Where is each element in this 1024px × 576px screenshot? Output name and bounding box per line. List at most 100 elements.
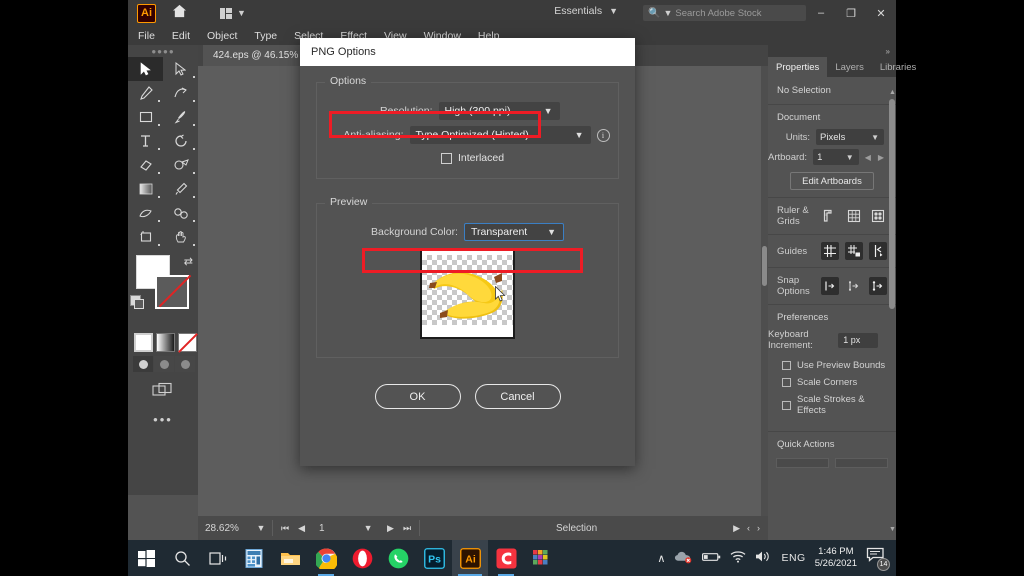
- scroll-up-icon[interactable]: ▲: [889, 89, 896, 96]
- type-tool[interactable]: [128, 129, 163, 153]
- info-icon[interactable]: i: [596, 128, 610, 142]
- shape-builder-tool[interactable]: [163, 153, 198, 177]
- wifi-icon[interactable]: [730, 550, 746, 566]
- swap-fill-stroke-icon[interactable]: ⇄: [184, 255, 193, 268]
- scroll-down-icon[interactable]: ▼: [889, 526, 896, 533]
- background-color-select[interactable]: Transparent ▼: [463, 223, 564, 241]
- snap-to-point-icon[interactable]: [869, 277, 887, 295]
- eyedropper-tool[interactable]: [163, 177, 198, 201]
- file-explorer-icon[interactable]: [272, 540, 308, 576]
- close-button[interactable]: ✕: [866, 0, 896, 26]
- default-fill-stroke-icon[interactable]: [130, 295, 144, 309]
- artboard-dropdown-icon[interactable]: ▼: [357, 523, 379, 533]
- whatsapp-icon[interactable]: [380, 540, 416, 576]
- first-artboard-icon[interactable]: ⏮: [281, 523, 289, 534]
- keyboard-increment-input[interactable]: 1 px: [838, 332, 878, 348]
- draw-behind-icon[interactable]: [154, 356, 174, 372]
- curvature-tool[interactable]: [163, 81, 198, 105]
- status-next-icon[interactable]: ›: [757, 523, 760, 534]
- opera-icon[interactable]: [344, 540, 380, 576]
- color-swatch-button[interactable]: [134, 333, 153, 352]
- search-icon[interactable]: [164, 540, 200, 576]
- illustrator-icon[interactable]: Ai: [452, 540, 488, 576]
- artboard-select[interactable]: 1 ▼: [813, 149, 859, 165]
- stroke-color-swatch[interactable]: [155, 275, 189, 309]
- lock-guides-icon[interactable]: [845, 242, 863, 260]
- next-artboard-icon[interactable]: ▶: [878, 153, 884, 162]
- menu-item-type[interactable]: Type: [254, 30, 277, 42]
- zoom-dropdown-icon[interactable]: ▼: [250, 523, 272, 533]
- winrar-icon[interactable]: [524, 540, 560, 576]
- arrange-documents-icon[interactable]: ▼: [220, 7, 246, 19]
- paintbrush-tool[interactable]: [163, 105, 198, 129]
- symbol-sprayer-tool[interactable]: [128, 201, 163, 225]
- quick-action-button[interactable]: [776, 458, 829, 468]
- artboard-number[interactable]: 1: [313, 523, 357, 534]
- previous-artboard-icon[interactable]: ◀: [298, 523, 305, 534]
- tab-layers[interactable]: Layers: [827, 57, 872, 77]
- units-select[interactable]: Pixels ▼: [816, 129, 884, 145]
- interlaced-checkbox[interactable]: Interlaced: [317, 152, 618, 164]
- rectangle-tool[interactable]: [128, 105, 163, 129]
- canvas-vertical-scrollbar[interactable]: [761, 66, 768, 516]
- properties-panel-scrollbar[interactable]: ▲ ▼: [889, 89, 896, 533]
- rotate-tool[interactable]: [163, 129, 198, 153]
- selection-tool[interactable]: [128, 57, 163, 81]
- change-screen-mode-icon[interactable]: [128, 382, 198, 398]
- collapse-panel-icon[interactable]: »: [768, 45, 896, 57]
- clock[interactable]: 1:46 PM 5/26/2021: [815, 546, 857, 570]
- menu-item-object[interactable]: Object: [207, 30, 237, 42]
- minimize-button[interactable]: –: [806, 0, 836, 26]
- direct-selection-tool[interactable]: [163, 57, 198, 81]
- status-play-icon[interactable]: ▶: [733, 523, 740, 534]
- scale-strokes-effects-checkbox[interactable]: Scale Strokes & Effects: [768, 391, 896, 419]
- zoom-level[interactable]: 28.62%: [198, 523, 250, 534]
- scale-corners-checkbox[interactable]: Scale Corners: [768, 374, 896, 391]
- edit-artboards-button[interactable]: Edit Artboards: [790, 172, 874, 190]
- document-tab[interactable]: 424.eps @ 46.15%: [203, 45, 309, 66]
- antialiasing-select[interactable]: Type Optimized (Hinted) ▼: [409, 126, 591, 144]
- show-guides-icon[interactable]: [821, 242, 839, 260]
- pen-tool[interactable]: [128, 81, 163, 105]
- tools-panel-grip[interactable]: ●●●●: [128, 45, 198, 57]
- show-transparency-grid-icon[interactable]: [869, 207, 887, 225]
- language-indicator[interactable]: ENG: [781, 552, 805, 564]
- home-icon[interactable]: [172, 4, 187, 23]
- task-view-icon[interactable]: [200, 540, 236, 576]
- tab-properties[interactable]: Properties: [768, 57, 828, 77]
- restore-button[interactable]: ❐: [836, 0, 866, 26]
- photoshop-icon[interactable]: Ps: [416, 540, 452, 576]
- search-input[interactable]: 🔍 ▼ Search Adobe Stock: [643, 5, 806, 21]
- snap-to-grid-icon[interactable]: [845, 277, 863, 295]
- menu-item-file[interactable]: File: [138, 30, 155, 42]
- resolution-select[interactable]: High (300 ppi) ▼: [438, 102, 560, 120]
- quick-action-button[interactable]: [835, 458, 888, 468]
- menu-item-edit[interactable]: Edit: [172, 30, 190, 42]
- status-prev-icon[interactable]: ‹: [747, 523, 750, 534]
- draw-inside-icon[interactable]: [175, 356, 195, 372]
- camtasia-icon[interactable]: [488, 540, 524, 576]
- show-grid-icon[interactable]: [845, 207, 863, 225]
- cancel-button[interactable]: Cancel: [474, 384, 561, 409]
- use-preview-bounds-checkbox[interactable]: Use Preview Bounds: [768, 357, 896, 374]
- volume-icon[interactable]: [755, 550, 772, 566]
- start-button[interactable]: [128, 540, 164, 576]
- workspace-switcher[interactable]: Essentials ▼: [554, 5, 618, 17]
- chrome-icon[interactable]: [308, 540, 344, 576]
- draw-normal-icon[interactable]: [133, 356, 153, 372]
- edit-toolbar-icon[interactable]: •••: [128, 412, 198, 427]
- battery-icon[interactable]: [702, 551, 721, 566]
- last-artboard-icon[interactable]: ⏭: [403, 523, 411, 534]
- gradient-tool[interactable]: [128, 177, 163, 201]
- show-hidden-icons-icon[interactable]: ∧: [657, 552, 665, 565]
- previous-artboard-icon[interactable]: ◀: [865, 153, 871, 162]
- release-guides-icon[interactable]: [869, 242, 887, 260]
- calculator-icon[interactable]: [236, 540, 272, 576]
- show-rulers-icon[interactable]: [821, 207, 839, 225]
- ok-button[interactable]: OK: [374, 384, 461, 409]
- onedrive-error-icon[interactable]: [674, 550, 693, 567]
- column-graph-tool[interactable]: [163, 201, 198, 225]
- next-artboard-icon[interactable]: ▶: [387, 523, 394, 534]
- hand-tool[interactable]: [163, 225, 198, 249]
- smart-guides-icon[interactable]: [821, 277, 839, 295]
